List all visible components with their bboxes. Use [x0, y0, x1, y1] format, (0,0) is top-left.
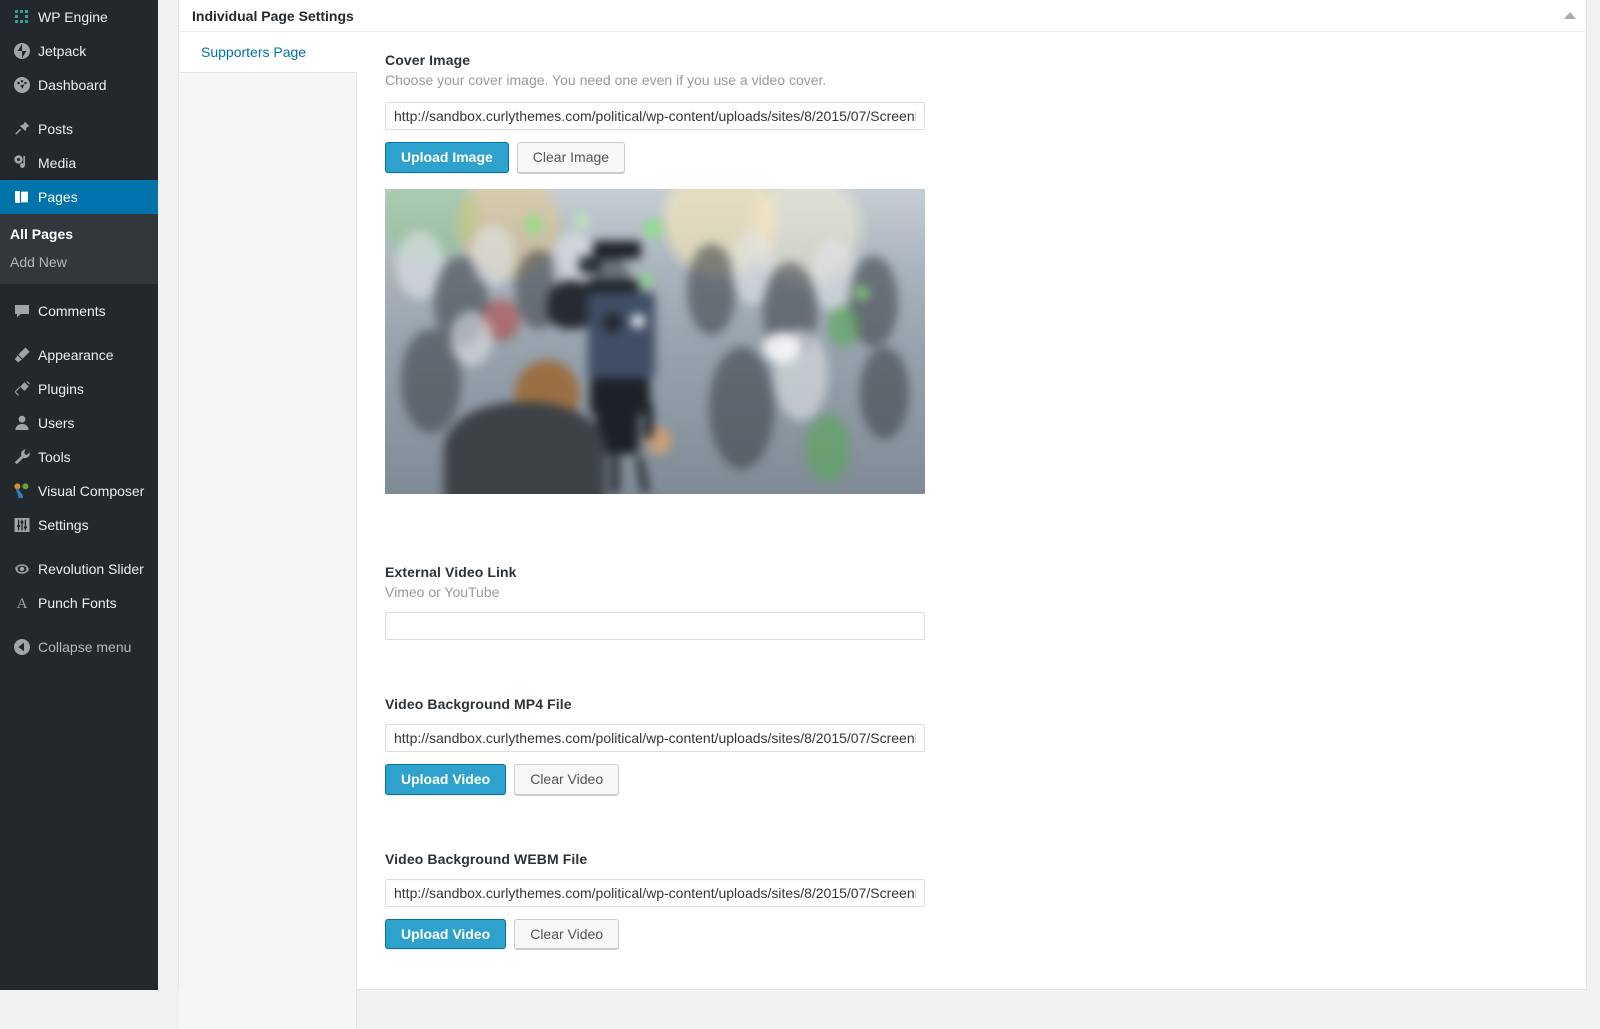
svg-text:A: A — [17, 596, 28, 612]
field-external-video-link: External Video Link Vimeo or YouTube — [385, 564, 1586, 640]
pages-submenu: All Pages Add New — [0, 214, 158, 284]
sidebar-item-users[interactable]: Users — [0, 406, 158, 440]
settings-content: Cover Image Choose your cover image. You… — [357, 32, 1586, 989]
sidebar-item-posts[interactable]: Posts — [0, 112, 158, 146]
sidebar-item-label: Pages — [38, 189, 78, 205]
sidebar-item-settings[interactable]: Settings — [0, 508, 158, 542]
external-video-link-input[interactable] — [385, 611, 925, 640]
clear-image-button[interactable]: Clear Image — [516, 142, 626, 173]
jetpack-icon — [8, 42, 36, 60]
field-video-background-webm: Video Background WEBM File Upload Video … — [385, 851, 1586, 950]
panel-header: Individual Page Settings — [179, 0, 1586, 32]
pages-icon — [8, 188, 36, 206]
video-webm-url-input[interactable] — [385, 878, 925, 907]
sidebar-item-dashboard[interactable]: Dashboard — [0, 68, 158, 102]
sidebar-item-label: Users — [38, 415, 75, 431]
field-label: External Video Link — [385, 563, 517, 580]
page-title: Individual Page Settings — [192, 7, 354, 24]
sidebar-item-label: Media — [38, 155, 77, 171]
sidebar-item-wp-engine[interactable]: WP Engine — [0, 0, 158, 34]
sidebar-item-appearance[interactable]: Appearance — [0, 338, 158, 372]
individual-page-settings-panel: Individual Page Settings Supporters Page… — [178, 0, 1587, 1029]
clear-video-mp4-button[interactable]: Clear Video — [514, 763, 620, 795]
sidebar-item-label: Comments — [38, 303, 106, 319]
sidebar-item-label: Plugins — [38, 381, 84, 397]
cover-image-url-input[interactable] — [385, 102, 925, 130]
tab-supporters-page[interactable]: Supporters Page — [179, 32, 357, 72]
media-icon — [8, 154, 36, 172]
field-label: Video Background WEBM File — [385, 850, 588, 867]
sidebar-item-label: Dashboard — [38, 77, 107, 93]
cover-preview-artwork — [385, 189, 925, 494]
sidebar-item-punch-fonts[interactable]: A Punch Fonts — [0, 586, 158, 620]
field-cover-image: Cover Image Choose your cover image. You… — [385, 52, 1586, 494]
cover-image-preview — [385, 188, 925, 494]
caret-up-icon[interactable] — [1564, 12, 1576, 19]
settings-nav: Supporters Page — [179, 32, 357, 1029]
sidebar-item-label: Punch Fonts — [38, 595, 117, 611]
collapse-menu-label: Collapse menu — [38, 639, 132, 655]
sidebar-item-pages[interactable]: Pages — [0, 180, 158, 214]
sidebar-item-label: Settings — [38, 517, 89, 533]
collapse-arrow-left-icon — [8, 638, 36, 656]
wpengine-icon — [8, 9, 36, 26]
field-label: Video Background MP4 File — [385, 695, 572, 712]
sidebar-item-revolution-slider[interactable]: Revolution Slider — [0, 552, 158, 586]
revolution-slider-icon — [8, 560, 36, 578]
sidebar-item-media[interactable]: Media — [0, 146, 158, 180]
sidebar-item-label: Appearance — [38, 347, 114, 363]
settings-sliders-icon — [8, 516, 36, 534]
sidebar-item-label: Jetpack — [38, 43, 87, 59]
video-mp4-buttons: Upload Video Clear Video — [385, 763, 1586, 795]
clear-video-webm-button[interactable]: Clear Video — [514, 918, 620, 950]
settings-nav-filler — [179, 72, 357, 1029]
sidebar-item-label: Posts — [38, 121, 74, 137]
sidebar-item-label: Tools — [38, 449, 71, 465]
users-icon — [8, 414, 36, 432]
sidebar-item-label: WP Engine — [38, 9, 108, 25]
upload-video-webm-button[interactable]: Upload Video — [385, 918, 507, 950]
sidebar-item-comments[interactable]: Comments — [0, 294, 158, 328]
field-label: Cover Image — [385, 52, 471, 68]
video-webm-buttons: Upload Video Clear Video — [385, 918, 1586, 950]
sidebar-item-visual-composer[interactable]: Visual Composer — [0, 474, 158, 508]
punch-fonts-a-icon: A — [8, 594, 36, 612]
cover-image-buttons: Upload Image Clear Image — [385, 142, 1586, 173]
video-mp4-url-input[interactable] — [385, 723, 925, 752]
field-description: Vimeo or YouTube — [385, 583, 500, 600]
sidebar-item-jetpack[interactable]: Jetpack — [0, 34, 158, 68]
collapse-menu-button[interactable]: Collapse menu — [0, 630, 158, 664]
comments-icon — [8, 302, 36, 320]
plugins-plug-icon — [8, 380, 36, 398]
pin-icon — [8, 120, 36, 138]
submenu-item-all-pages[interactable]: All Pages — [0, 220, 158, 248]
dashboard-icon — [8, 76, 36, 94]
admin-sidebar: WP Engine Jetpack Dashboard Posts Media … — [0, 0, 158, 990]
field-video-background-mp4: Video Background MP4 File Upload Video C… — [385, 696, 1586, 795]
upload-image-button[interactable]: Upload Image — [385, 142, 509, 173]
sidebar-item-plugins[interactable]: Plugins — [0, 372, 158, 406]
upload-video-mp4-button[interactable]: Upload Video — [385, 763, 507, 795]
appearance-brush-icon — [8, 346, 36, 364]
submenu-item-add-new[interactable]: Add New — [0, 248, 158, 276]
sidebar-item-tools[interactable]: Tools — [0, 440, 158, 474]
tools-wrench-icon — [8, 448, 36, 466]
sidebar-item-label: Revolution Slider — [38, 561, 144, 577]
field-description: Choose your cover image. You need one ev… — [385, 72, 827, 88]
sidebar-item-label: Visual Composer — [38, 483, 145, 499]
panel-body: Supporters Page Cover Image Choose your … — [179, 32, 1586, 1029]
visual-composer-icon — [8, 482, 36, 500]
